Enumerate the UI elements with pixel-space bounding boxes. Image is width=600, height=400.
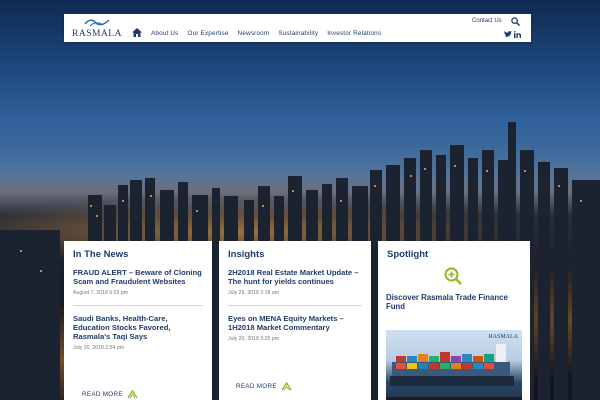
container-ship-image bbox=[390, 344, 514, 386]
search-icon[interactable] bbox=[511, 17, 520, 26]
nav-item-newsroom[interactable]: Newsroom bbox=[238, 30, 270, 37]
spotlight-card: Spotlight Discover Rasmala Trade Finance… bbox=[378, 241, 530, 400]
news-item-date: July 26, 2018 2:54 pm bbox=[73, 345, 125, 351]
linkedin-icon[interactable] bbox=[514, 31, 521, 38]
insights-card: Insights 2H2018 Real Estate Market Updat… bbox=[219, 241, 371, 400]
divider bbox=[228, 305, 362, 306]
in-the-news-heading: In The News bbox=[73, 249, 129, 260]
read-more-label: READ MORE bbox=[82, 391, 123, 398]
divider bbox=[73, 305, 203, 306]
logo-emblem-icon bbox=[84, 19, 110, 27]
main-navigation: About Us Our Expertise Newsroom Sustaina… bbox=[151, 30, 381, 37]
insights-heading: Insights bbox=[228, 249, 265, 260]
site-header: RASMALA About Us Our Expertise Newsroom … bbox=[64, 14, 531, 42]
nav-item-our-expertise[interactable]: Our Expertise bbox=[188, 30, 229, 37]
video-logo: RASMALA bbox=[488, 334, 518, 340]
spotlight-heading: Spotlight bbox=[387, 249, 429, 260]
insight-item-title[interactable]: 2H2018 Real Estate Market Update – The h… bbox=[228, 268, 362, 286]
insight-item-title[interactable]: Eyes on MENA Equity Markets – 1H2018 Mar… bbox=[228, 314, 362, 332]
insight-item-date: July 20, 2018 3:25 pm bbox=[228, 336, 280, 342]
news-item: Saudi Banks, Health-Care, Education Stoc… bbox=[73, 314, 203, 351]
chevron-up-icon bbox=[281, 382, 292, 391]
read-more-label: READ MORE bbox=[236, 383, 277, 390]
insight-item: 2H2018 Real Estate Market Update – The h… bbox=[228, 268, 362, 296]
news-item: FRAUD ALERT – Beware of Cloning Scam and… bbox=[73, 268, 203, 296]
insight-item: Eyes on MENA Equity Markets – 1H2018 Mar… bbox=[228, 314, 362, 342]
insight-item-date: July 29, 2018 2:18 am bbox=[228, 290, 280, 296]
spotlight-video[interactable]: RASMALA bbox=[386, 330, 522, 400]
nav-item-investor-relations[interactable]: Investor Relations bbox=[327, 30, 381, 37]
nav-item-sustainability[interactable]: Sustainability bbox=[278, 30, 318, 37]
insights-read-more-link[interactable]: READ MORE bbox=[236, 382, 292, 391]
twitter-icon[interactable] bbox=[504, 31, 512, 38]
news-read-more-link[interactable]: READ MORE bbox=[82, 390, 138, 399]
news-item-title[interactable]: FRAUD ALERT – Beware of Cloning Scam and… bbox=[73, 268, 203, 286]
home-icon[interactable] bbox=[132, 28, 142, 37]
chevron-up-icon bbox=[127, 390, 138, 399]
zoom-in-icon[interactable] bbox=[444, 267, 462, 285]
in-the-news-card: In The News FRAUD ALERT – Beware of Clon… bbox=[64, 241, 212, 400]
spotlight-title[interactable]: Discover Rasmala Trade Finance Fund bbox=[386, 293, 521, 311]
logo-text: RASMALA bbox=[72, 29, 122, 39]
rasmala-logo[interactable]: RASMALA bbox=[72, 17, 122, 41]
nav-item-about-us[interactable]: About Us bbox=[151, 30, 179, 37]
contact-us-link[interactable]: Contact Us bbox=[472, 18, 502, 24]
news-item-title[interactable]: Saudi Banks, Health-Care, Education Stoc… bbox=[73, 314, 203, 341]
news-item-date: August 7, 2018 6:03 pm bbox=[73, 290, 129, 296]
